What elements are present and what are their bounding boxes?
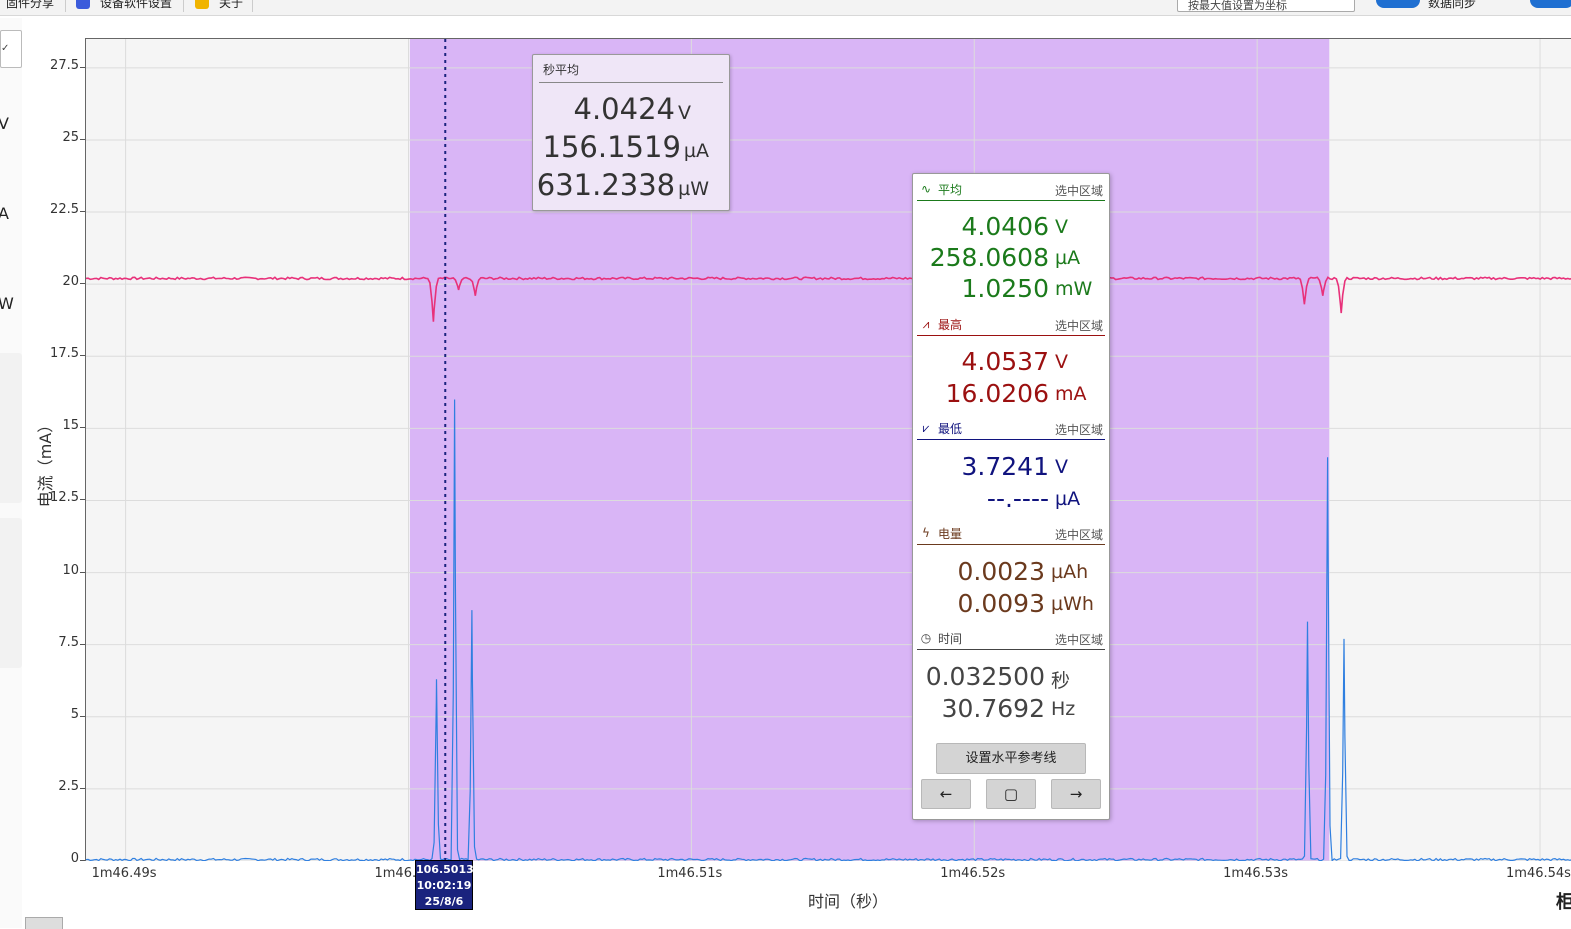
x-tick-label: 1m46.52s (940, 866, 1006, 881)
second-average-panel[interactable]: 秒平均 4.0424 V 156.1519 µA 631.2338 µW (532, 54, 730, 211)
y-tick-label: 2.5 (58, 778, 79, 794)
y-tick-label: 20 (62, 274, 79, 290)
max-title: 最高 (938, 318, 963, 332)
voltage-unit: V (0, 114, 9, 133)
max-section-header: ⩘ 最高 选中区域 (917, 314, 1105, 336)
second-average-power: 631.2338 µW (536, 168, 709, 202)
x-tick-label: 1m46.53s (1223, 866, 1289, 881)
x-tick-label: 1m46.51s (657, 866, 723, 881)
clock-icon: ◷ (920, 631, 932, 645)
scope-label: 选中区域 (1054, 633, 1103, 647)
time-duration: 0.032500 秒 (925, 662, 1071, 692)
data-sync-label: 数据同步 (1428, 0, 1477, 10)
average-title: 平均 (938, 183, 963, 197)
power-unit: W (0, 294, 14, 313)
x-axis-label: 时间（秒） (808, 892, 889, 911)
y-tick-label: 27.5 (50, 57, 79, 73)
axis-mode-select[interactable]: 按最大值设置为坐标 (1177, 0, 1355, 12)
energy-title: 电量 (938, 527, 963, 541)
cursor-clock: 10:02:19 (416, 879, 472, 892)
toolbar-divider (65, 0, 66, 12)
bottom-panel-icon[interactable] (25, 917, 63, 929)
average-current: 258.0608 µA (929, 243, 1081, 272)
menu-device-settings[interactable]: 设备软件设置 (100, 0, 172, 11)
chart-svg (86, 39, 1571, 861)
time-section-header: ◷ 时间 选中区域 (917, 628, 1105, 650)
cursor-date: 25/8/6 (424, 895, 464, 908)
cursor-readout[interactable]: 106.5013 10:02:19 25/8/6 (415, 860, 474, 910)
left-side-panel: ✓ V A W (0, 18, 22, 928)
divider (917, 649, 1105, 650)
second-average-title: 秒平均 (543, 63, 580, 77)
set-reference-line-button[interactable]: 设置水平参考线 (936, 743, 1086, 774)
side-panel-block (0, 353, 22, 503)
second-average-voltage: 4.0424 V (573, 92, 691, 126)
divider (917, 439, 1105, 440)
x-tick-label: 1m46.54s (1506, 866, 1571, 881)
toolbar-divider (183, 0, 184, 12)
divider (539, 82, 723, 83)
max-current: 16.0206 mA (945, 379, 1087, 408)
extra-toggle[interactable] (1530, 0, 1571, 8)
max-voltage: 4.0537 V (961, 347, 1068, 376)
second-average-current: 156.1519 µA (542, 130, 709, 164)
current-unit: A (0, 204, 9, 223)
energy-energy: 0.0093 µWh (957, 589, 1094, 618)
y-tick-label: 5 (70, 706, 79, 722)
toolbar-divider (252, 0, 253, 12)
next-arrow-button[interactable]: → (1051, 779, 1101, 809)
x-tick-label: 1m46.49s (91, 866, 157, 881)
divider (917, 544, 1105, 545)
y-axis-label: 电流（mA） (36, 416, 55, 508)
energy-charge: 0.0023 µAh (957, 557, 1089, 586)
scope-label: 选中区域 (1054, 528, 1103, 542)
y-tick-label: 10 (62, 562, 79, 578)
data-sync-toggle[interactable] (1376, 0, 1420, 8)
scope-label: 选中区域 (1054, 319, 1103, 333)
menu-firmware-share[interactable]: 固件分享 (6, 0, 54, 11)
checkbox-button[interactable]: ✓ (0, 30, 22, 68)
menu-about[interactable]: 关于 (219, 0, 243, 11)
time-frequency: 30.7692 Hz (941, 694, 1076, 723)
valley-icon: ⩗ (922, 421, 930, 435)
y-tick-label: 22.5 (50, 202, 79, 218)
scope-label: 选中区域 (1054, 423, 1103, 437)
average-wave-icon: ∿ (920, 182, 932, 196)
selection-stats-panel: ∿ 平均 选中区域 4.0406 V 258.0608 µA 1.0250 mW ⩘ … (912, 173, 1110, 820)
y-tick-label: 17.5 (50, 346, 79, 362)
y-tick-label: 0 (70, 851, 79, 866)
average-power: 1.0250 mW (961, 274, 1093, 303)
divider (917, 200, 1105, 201)
scope-label: 选中区域 (1054, 184, 1103, 198)
y-tick-label: 25 (62, 129, 79, 145)
right-edge-fragment: 柜 (1556, 892, 1571, 913)
info-icon (195, 0, 209, 9)
cursor-time-seconds: 106.5013 (416, 863, 474, 876)
plot-area[interactable] (85, 38, 1571, 861)
min-section-header: ⩗ 最低 选中区域 (917, 418, 1105, 440)
top-toolbar: 固件分享 设备软件设置 关于 按最大值设置为坐标 数据同步 (0, 0, 1571, 16)
min-voltage: 3.7241 V (961, 452, 1068, 481)
y-tick-label: 7.5 (58, 634, 79, 650)
side-panel-block (0, 518, 22, 668)
min-current: --.---- µA (986, 484, 1081, 513)
energy-section-header: ϟ 电量 选中区域 (917, 523, 1105, 545)
divider (917, 335, 1105, 336)
settings-icon (76, 0, 90, 9)
average-section-header: ∿ 平均 选中区域 (917, 179, 1105, 201)
average-voltage: 4.0406 V (961, 212, 1068, 241)
time-title: 时间 (938, 632, 963, 646)
min-title: 最低 (938, 422, 963, 436)
prev-arrow-button[interactable]: ← (921, 779, 971, 809)
peak-icon: ⩘ (922, 317, 930, 331)
lightning-icon: ϟ (922, 526, 930, 540)
center-square-button[interactable]: ▢ (986, 779, 1036, 809)
